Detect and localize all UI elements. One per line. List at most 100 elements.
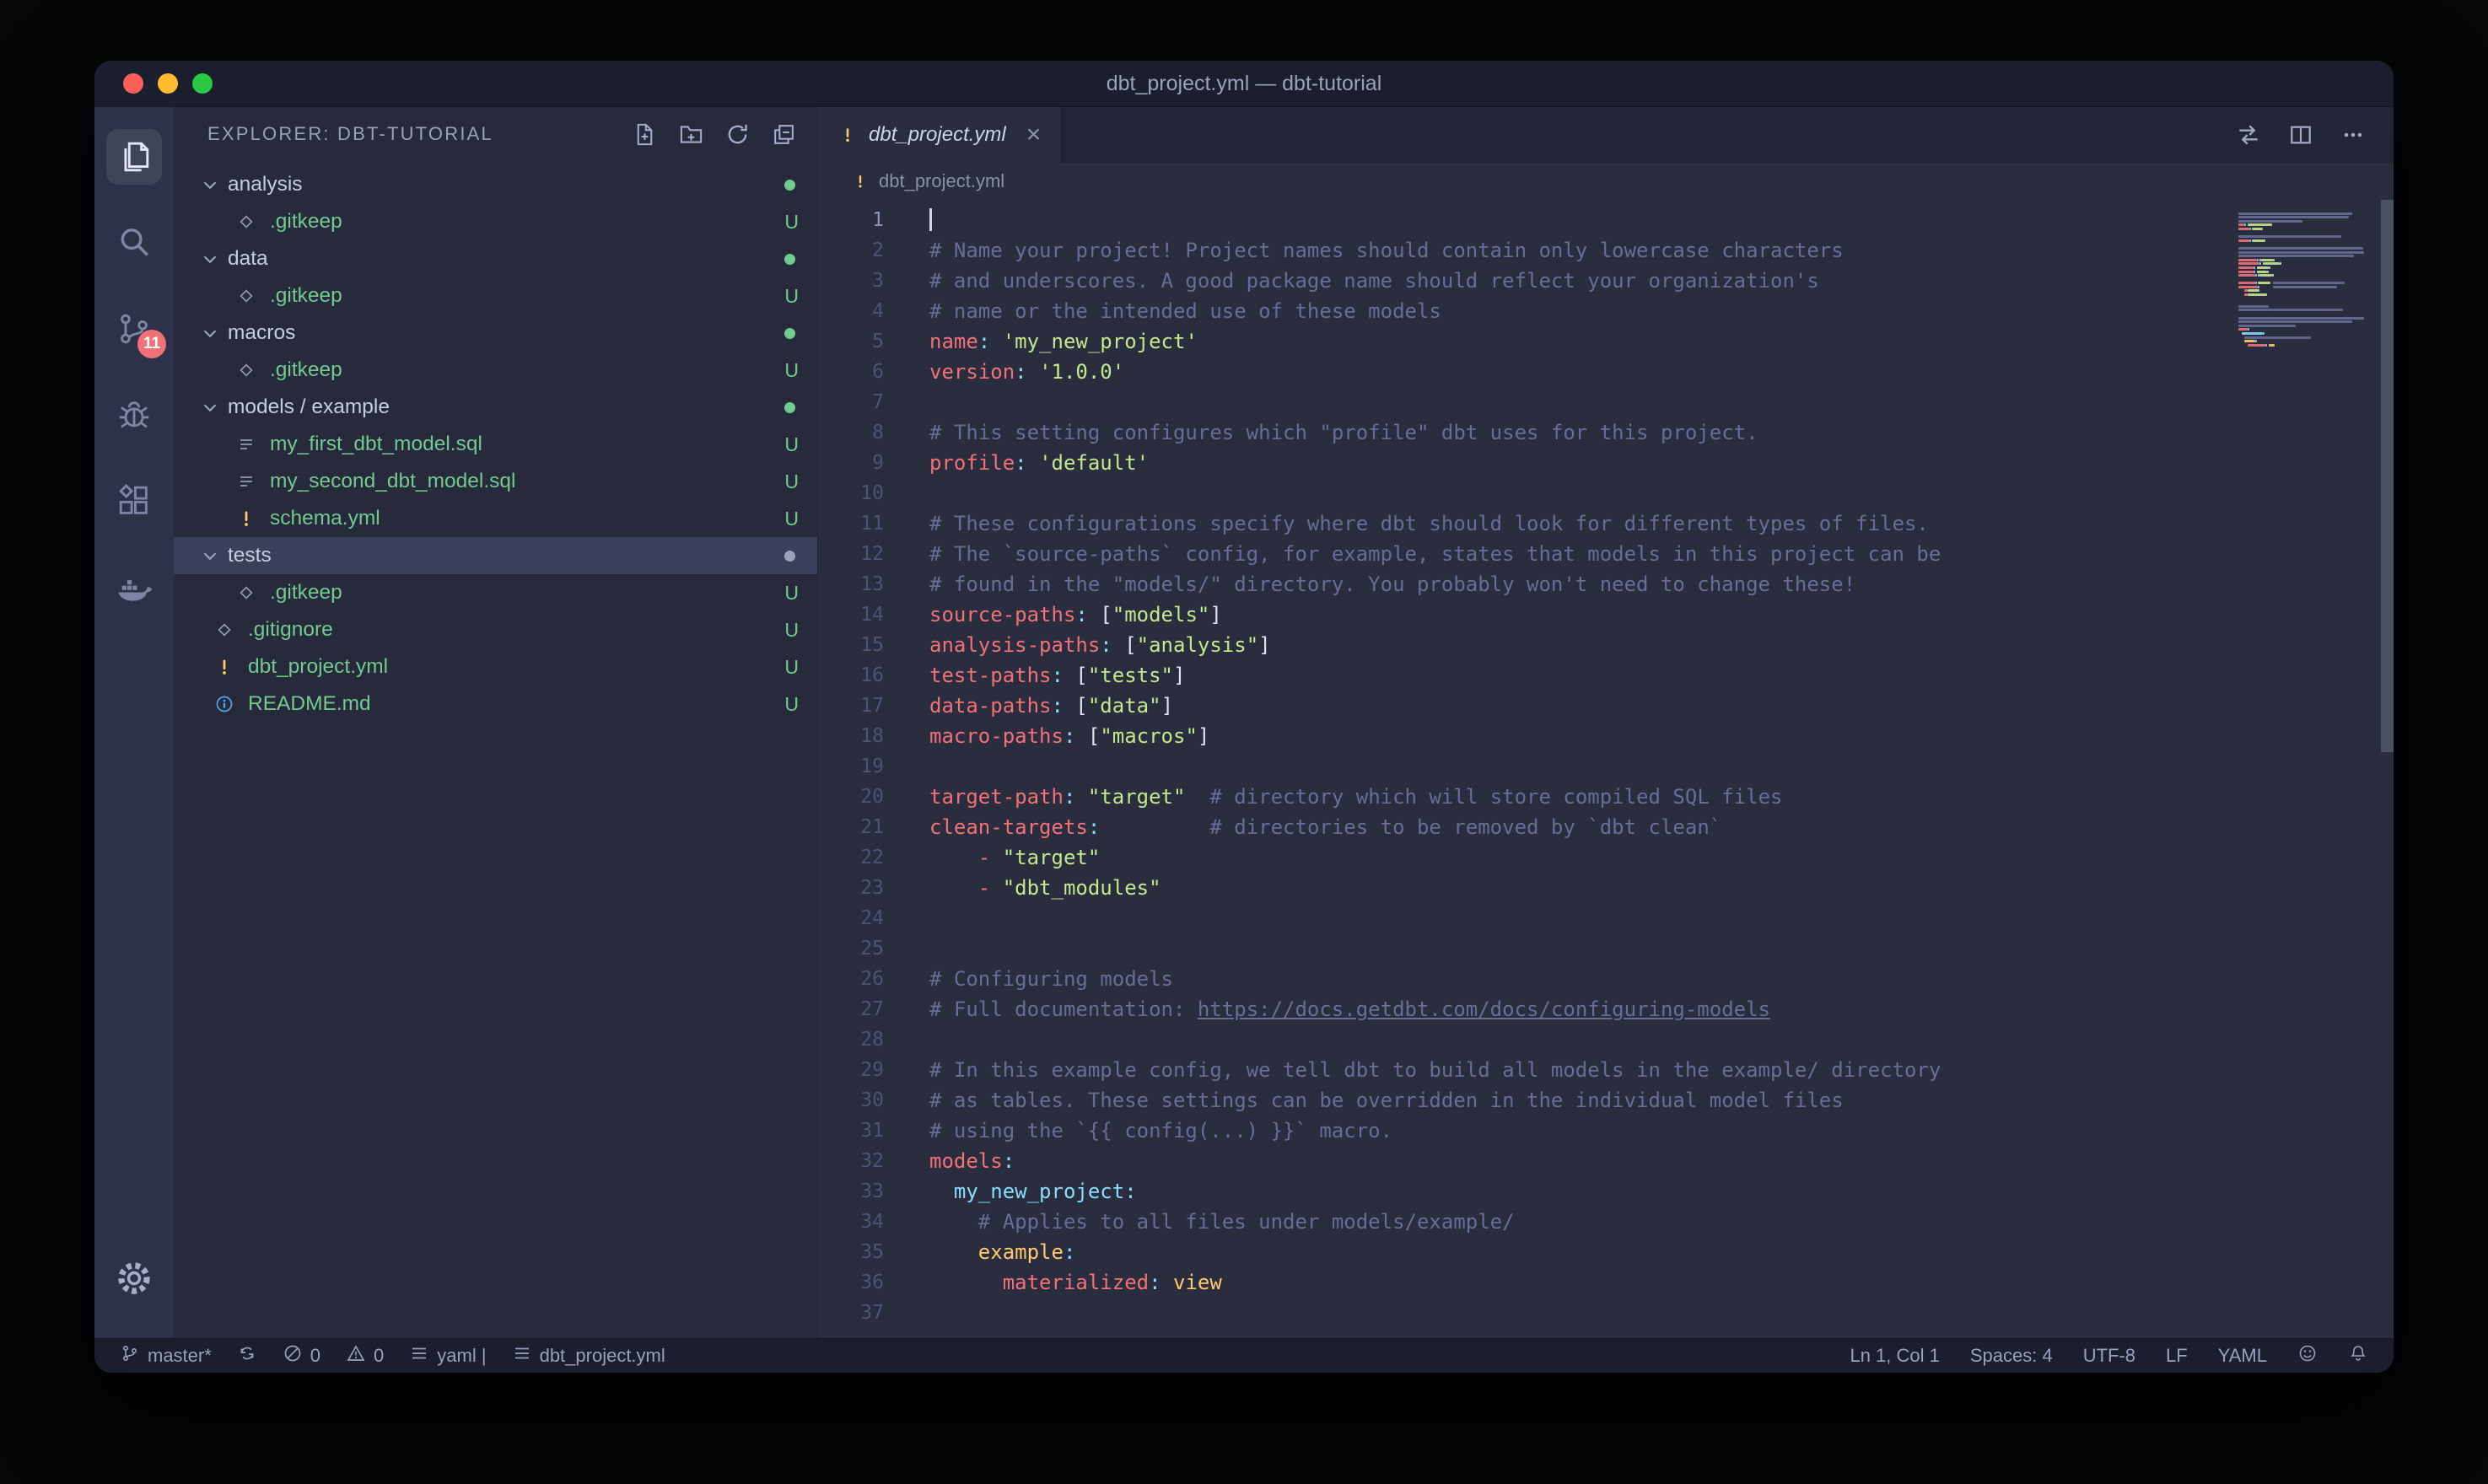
- status-language-mode[interactable]: YAML: [2218, 1345, 2267, 1367]
- status-yaml-extension-status[interactable]: yaml |: [409, 1343, 486, 1368]
- code-line[interactable]: 13# found in the "models/" directory. Yo…: [818, 569, 2394, 600]
- new-folder-button[interactable]: [678, 121, 704, 148]
- tree-file-schema.yml[interactable]: schema.ymlU: [174, 500, 817, 537]
- code-line[interactable]: 26# Configuring models: [818, 964, 2394, 994]
- status-git-branch[interactable]: master*: [120, 1343, 212, 1368]
- code-line[interactable]: 36 materialized: view: [818, 1267, 2394, 1298]
- breadcrumb[interactable]: dbt_project.yml: [818, 163, 2394, 200]
- status-indentation[interactable]: Spaces: 4: [1970, 1345, 2053, 1367]
- editor-scrollbar[interactable]: [2381, 200, 2394, 752]
- tree-file-my-second-dbt-model.sql[interactable]: my_second_dbt_model.sqlU: [174, 463, 817, 500]
- code-line[interactable]: 4# name or the intended use of these mod…: [818, 296, 2394, 326]
- tree-folder-analysis[interactable]: analysis: [174, 166, 817, 203]
- status-feedback[interactable]: [2297, 1343, 2318, 1368]
- code-line[interactable]: 31# using the `{{ config(...) }}` macro.: [818, 1116, 2394, 1146]
- tree-file-.gitkeep[interactable]: .gitkeepU: [174, 277, 817, 315]
- code-line[interactable]: 9profile: 'default': [818, 448, 2394, 478]
- code-line[interactable]: 16test-paths: ["tests"]: [818, 660, 2394, 691]
- activity-bar-item-source-control[interactable]: 11: [94, 286, 174, 372]
- code-text: name: 'my_new_project': [929, 326, 1198, 357]
- open-changes-button[interactable]: [2235, 121, 2262, 148]
- tree-folder-tests[interactable]: tests: [174, 537, 817, 574]
- code-line[interactable]: 24: [818, 903, 2394, 933]
- activity-bar-item-settings[interactable]: [94, 1235, 174, 1321]
- activity-bar-item-docker[interactable]: [94, 544, 174, 630]
- code-line[interactable]: 28: [818, 1024, 2394, 1055]
- tree-file-.gitkeep[interactable]: .gitkeepU: [174, 352, 817, 389]
- status-eol[interactable]: LF: [2166, 1345, 2188, 1367]
- editor-tab-dbt-project.yml[interactable]: dbt_project.yml×: [818, 107, 1062, 163]
- tree-file-dbt-project.yml[interactable]: dbt_project.ymlU: [174, 648, 817, 686]
- code-line[interactable]: 7: [818, 387, 2394, 417]
- code-line[interactable]: 18macro-paths: ["macros"]: [818, 721, 2394, 751]
- line-number: 28: [818, 1024, 884, 1055]
- code-line[interactable]: 29# In this example config, we tell dbt …: [818, 1055, 2394, 1085]
- explorer-header: EXPLORER: DBT-TUTORIAL: [174, 107, 817, 161]
- tree-item-label: my_first_dbt_model.sql: [270, 433, 482, 456]
- close-window-button[interactable]: [123, 73, 143, 94]
- code-line[interactable]: 3# and underscores. A good package name …: [818, 266, 2394, 296]
- tree-file-.gitkeep[interactable]: .gitkeepU: [174, 203, 817, 240]
- tree-file-.gitkeep[interactable]: .gitkeepU: [174, 574, 817, 611]
- code-line[interactable]: 20target-path: "target" # directory whic…: [818, 782, 2394, 812]
- code-line[interactable]: 32models:: [818, 1146, 2394, 1176]
- code-line[interactable]: 35 example:: [818, 1237, 2394, 1267]
- minimize-window-button[interactable]: [158, 73, 178, 94]
- code-line[interactable]: 14source-paths: ["models"]: [818, 600, 2394, 630]
- code-line[interactable]: 8# This setting configures which "profil…: [818, 417, 2394, 448]
- code-line[interactable]: 21clean-targets: # directories to be rem…: [818, 812, 2394, 842]
- code-line[interactable]: 17data-paths: ["data"]: [818, 691, 2394, 721]
- code-text: source-paths: ["models"]: [929, 600, 1222, 630]
- status-active-file-status[interactable]: dbt_project.yml: [512, 1343, 665, 1368]
- status-sync-changes[interactable]: [237, 1343, 257, 1368]
- code-line[interactable]: 23 - "dbt_modules": [818, 873, 2394, 903]
- code-line[interactable]: 37: [818, 1298, 2394, 1328]
- code-line[interactable]: 1: [818, 205, 2394, 235]
- activity-bar-item-search[interactable]: [94, 200, 174, 286]
- code-line[interactable]: 25: [818, 933, 2394, 964]
- tree-file-.gitignore[interactable]: .gitignoreU: [174, 611, 817, 648]
- refresh-explorer-button[interactable]: [724, 121, 751, 148]
- code-text: materialized: view: [929, 1267, 1222, 1298]
- status-cursor-position[interactable]: Ln 1, Col 1: [1850, 1345, 1939, 1367]
- files-icon: [115, 137, 153, 176]
- code-line[interactable]: 15analysis-paths: ["analysis"]: [818, 630, 2394, 660]
- status-encoding[interactable]: UTF-8: [2083, 1345, 2135, 1367]
- activity-bar-item-run-debug[interactable]: [94, 372, 174, 458]
- code-line[interactable]: 12# The `source-paths` config, for examp…: [818, 539, 2394, 569]
- status-problems-warnings[interactable]: 0: [346, 1343, 384, 1368]
- zoom-window-button[interactable]: [192, 73, 213, 94]
- tree-folder-models-example[interactable]: models / example: [174, 389, 817, 426]
- code-line[interactable]: 6version: '1.0.0': [818, 357, 2394, 387]
- status-problems-errors[interactable]: 0: [283, 1343, 320, 1368]
- code-line[interactable]: 11# These configurations specify where d…: [818, 508, 2394, 539]
- activity-bar-item-explorer[interactable]: [94, 114, 174, 200]
- traffic-lights: [123, 73, 213, 94]
- status-notifications[interactable]: [2348, 1343, 2368, 1368]
- new-file-button[interactable]: [632, 121, 658, 148]
- line-number: 7: [818, 387, 884, 417]
- code-line[interactable]: 5name: 'my_new_project': [818, 326, 2394, 357]
- code-line[interactable]: 22 - "target": [818, 842, 2394, 873]
- line-number: 18: [818, 721, 884, 751]
- code-line[interactable]: 30# as tables. These settings can be ove…: [818, 1085, 2394, 1116]
- activity-bar-item-extensions[interactable]: [94, 458, 174, 544]
- code-line[interactable]: 34 # Applies to all files under models/e…: [818, 1207, 2394, 1237]
- code-line[interactable]: 19: [818, 751, 2394, 782]
- tree-file-my-first-dbt-model.sql[interactable]: my_first_dbt_model.sqlU: [174, 426, 817, 463]
- tree-folder-macros[interactable]: macros: [174, 315, 817, 352]
- collapse-folders-button[interactable]: [771, 121, 797, 148]
- code-line[interactable]: 10: [818, 478, 2394, 508]
- code-line[interactable]: 2# Name your project! Project names shou…: [818, 235, 2394, 266]
- tree-file-readme.md[interactable]: README.mdU: [174, 686, 817, 723]
- close-tab-icon[interactable]: ×: [1026, 122, 1042, 148]
- code-editor[interactable]: 12# Name your project! Project names sho…: [818, 200, 2394, 1338]
- minimap[interactable]: [2238, 208, 2375, 352]
- code-line[interactable]: 33 my_new_project:: [818, 1176, 2394, 1207]
- code-line[interactable]: 27# Full documentation: https://docs.get…: [818, 994, 2394, 1024]
- yaml-icon: [213, 657, 236, 677]
- split-editor-button[interactable]: [2287, 121, 2314, 148]
- more-actions-button[interactable]: [2340, 121, 2367, 148]
- code-text: example:: [929, 1237, 1075, 1267]
- tree-folder-data[interactable]: data: [174, 240, 817, 277]
